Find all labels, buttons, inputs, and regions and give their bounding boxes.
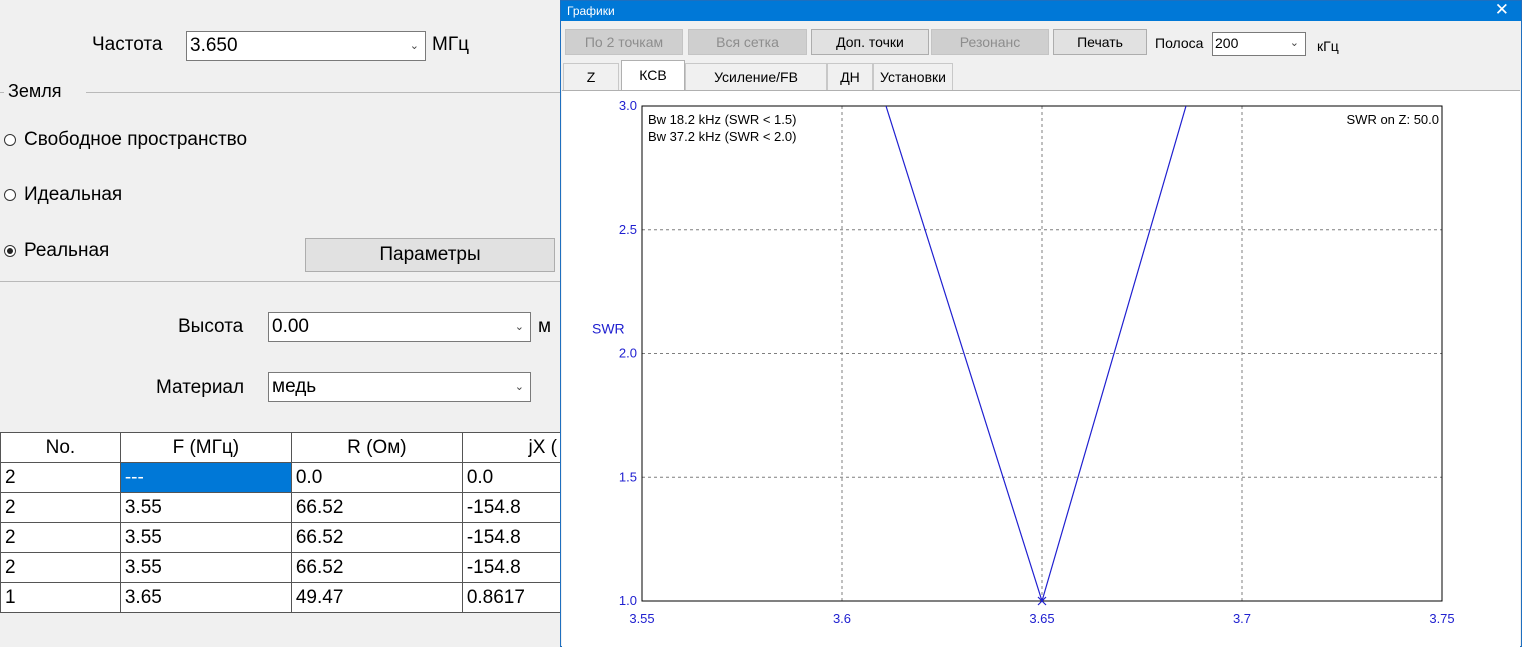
y-axis-label: SWR (592, 321, 625, 337)
chevron-down-icon: ⌄ (514, 381, 524, 393)
band-combo[interactable]: 200 ⌄ (1212, 32, 1306, 56)
bandwidth-annotation-1: Bw 18.2 kHz (SWR < 1.5) (648, 112, 796, 127)
full-grid-button[interactable]: Вся сетка (688, 29, 807, 55)
radio-real[interactable]: Реальная (4, 240, 109, 262)
column-header-frequency[interactable]: F (МГц) (119, 432, 292, 463)
swr-on-z-annotation: SWR on Z: 50.0 (1347, 112, 1439, 127)
radio-icon (4, 189, 16, 201)
results-table: No. F (МГц) R (Ом) jX ( 2 --- 0.0 0.0 2 … (0, 432, 562, 613)
cell-reactance[interactable]: 0.0 (461, 462, 562, 493)
chevron-down-icon: ⌄ (1289, 37, 1299, 49)
tab-pattern[interactable]: ДН (827, 63, 873, 90)
band-unit: кГц (1317, 38, 1339, 54)
band-value: 200 (1215, 35, 1239, 51)
radio-label: Идеальная (24, 184, 123, 205)
column-header-no[interactable]: No. (0, 432, 121, 463)
cell-frequency-selected[interactable]: --- (119, 462, 292, 493)
frequency-label: Частота (92, 34, 163, 55)
plot-area: 3.55 3.6 3.65 3.7 3.75 1.0 1.5 2.0 2.5 3.0 SWR Bw 1… (562, 90, 1520, 647)
y-tick-label: 2.0 (619, 346, 637, 361)
group-divider (0, 92, 4, 93)
parameters-button[interactable]: Параметры (305, 238, 555, 272)
radio-label: Свободное пространство (24, 129, 248, 150)
resonance-button[interactable]: Резонанс (931, 29, 1049, 55)
table-row: 2 3.55 66.52 -154.8 (0, 552, 562, 583)
cell-no[interactable]: 2 (0, 462, 121, 493)
divider (0, 281, 562, 282)
cell-resistance[interactable]: 49.47 (290, 582, 463, 613)
height-label: Высота (178, 316, 244, 337)
radio-selected-icon (4, 245, 16, 257)
graphs-window-title: Графики (567, 4, 615, 18)
table-row: 2 3.55 66.52 -154.8 (0, 522, 562, 553)
band-label: Полоса (1155, 35, 1204, 51)
y-tick-label: 1.0 (619, 593, 637, 608)
cell-resistance[interactable]: 66.52 (290, 552, 463, 583)
cell-no[interactable]: 2 (0, 492, 121, 523)
swr-chart: 3.55 3.6 3.65 3.7 3.75 1.0 1.5 2.0 2.5 3.0 SWR Bw 1… (592, 98, 1455, 626)
frequency-value: 3.650 (190, 35, 238, 56)
table-header-row: No. F (МГц) R (Ом) jX ( (0, 432, 562, 463)
chevron-down-icon: ⌄ (514, 321, 524, 333)
cell-no[interactable]: 2 (0, 552, 121, 583)
extra-points-button[interactable]: Доп. точки (811, 29, 929, 55)
y-tick-label: 3.0 (619, 98, 637, 113)
x-tick-label: 3.75 (1429, 611, 1454, 626)
material-value: медь (272, 376, 317, 397)
cell-resistance[interactable]: 0.0 (290, 462, 463, 493)
frequency-combo[interactable]: 3.650 ⌄ (186, 31, 426, 61)
radio-ideal[interactable]: Идеальная (4, 184, 122, 206)
radio-free-space[interactable]: Свободное пространство (4, 129, 247, 151)
column-header-resistance[interactable]: R (Ом) (290, 432, 463, 463)
column-header-reactance[interactable]: jX ( (461, 432, 562, 463)
x-tick-label: 3.65 (1029, 611, 1054, 626)
group-divider (86, 92, 562, 93)
radio-label: Реальная (24, 240, 110, 261)
cell-frequency[interactable]: 3.55 (119, 492, 292, 523)
y-tick-label: 1.5 (619, 469, 637, 484)
cell-resistance[interactable]: 66.52 (290, 522, 463, 553)
cell-frequency[interactable]: 3.55 (119, 552, 292, 583)
cell-no[interactable]: 2 (0, 522, 121, 553)
y-tick-label: 2.5 (619, 222, 637, 237)
bandwidth-annotation-2: Bw 37.2 kHz (SWR < 2.0) (648, 129, 796, 144)
cell-frequency[interactable]: 3.55 (119, 522, 292, 553)
cell-frequency[interactable]: 3.65 (119, 582, 292, 613)
graphs-title-bar[interactable]: Графики ✕ (561, 0, 1521, 21)
print-button[interactable]: Печать (1053, 29, 1147, 55)
height-unit: м (538, 316, 552, 337)
by-two-points-button[interactable]: По 2 точкам (565, 29, 683, 55)
main-window: Частота 3.650 ⌄ МГц Земля Свободное прос… (0, 0, 562, 647)
frequency-unit: МГц (432, 34, 469, 55)
graphs-window: Графики ✕ По 2 точкам Вся сетка Доп. точ… (560, 0, 1522, 647)
tab-swr[interactable]: КСВ (621, 60, 685, 91)
tab-gain-fb[interactable]: Усиление/FB (685, 63, 827, 90)
table-row: 2 --- 0.0 0.0 (0, 462, 562, 493)
x-tick-label: 3.55 (629, 611, 654, 626)
tab-z[interactable]: Z (563, 63, 619, 90)
cell-resistance[interactable]: 66.52 (290, 492, 463, 523)
cell-reactance[interactable]: -154.8 (461, 492, 562, 523)
cell-no[interactable]: 1 (0, 582, 121, 613)
x-tick-label: 3.6 (833, 611, 851, 626)
material-label: Материал (156, 377, 245, 398)
tab-settings[interactable]: Установки (873, 63, 953, 90)
ground-group-title: Земля (8, 81, 62, 101)
cell-reactance[interactable]: -154.8 (461, 522, 562, 553)
height-value: 0.00 (272, 316, 309, 337)
radio-icon (4, 134, 16, 146)
x-tick-label: 3.7 (1233, 611, 1251, 626)
table-row: 1 3.65 49.47 0.8617 (0, 582, 562, 613)
cell-reactance[interactable]: -154.8 (461, 552, 562, 583)
table-row: 2 3.55 66.52 -154.8 (0, 492, 562, 523)
material-combo[interactable]: медь ⌄ (268, 372, 531, 402)
cell-reactance[interactable]: 0.8617 (461, 582, 562, 613)
height-combo[interactable]: 0.00 ⌄ (268, 312, 531, 342)
chevron-down-icon: ⌄ (409, 40, 419, 52)
close-icon[interactable]: ✕ (1495, 0, 1509, 20)
